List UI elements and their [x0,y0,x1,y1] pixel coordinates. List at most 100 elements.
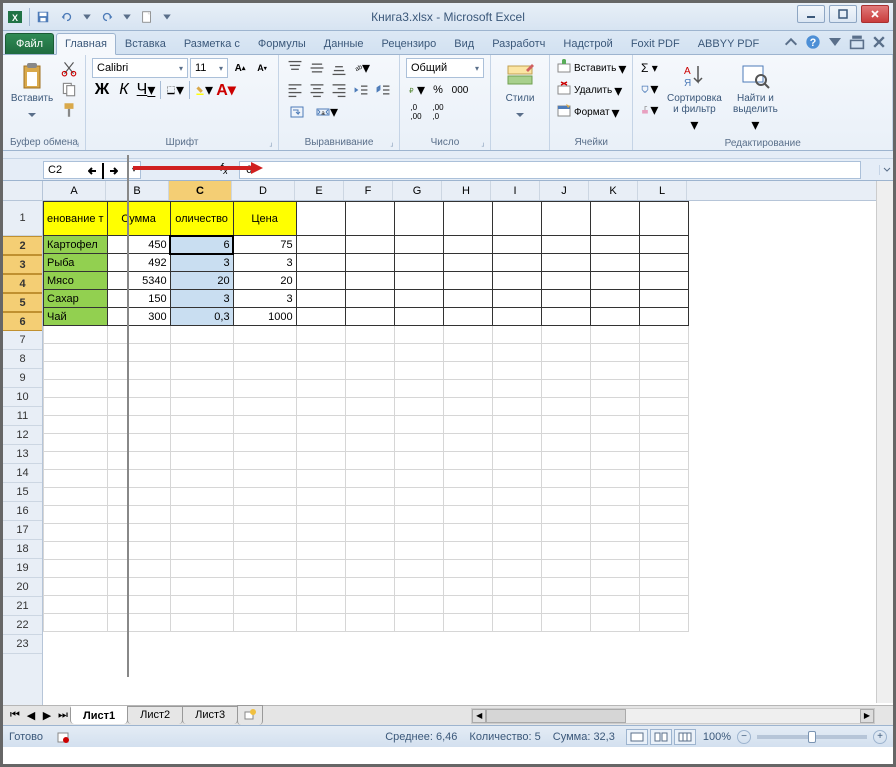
ribbon-tab[interactable]: Рецензиро [373,33,446,54]
cell[interactable] [170,380,233,398]
new-doc-icon[interactable] [138,8,156,26]
underline-button[interactable]: Ч▾ [136,80,156,100]
merge-icon[interactable]: a▾ [311,102,343,122]
cell[interactable] [492,236,541,254]
cell[interactable] [170,470,233,488]
cell[interactable] [394,254,443,272]
cell[interactable] [590,614,639,632]
cell[interactable] [443,560,492,578]
ribbon-tab[interactable]: Главная [56,33,116,55]
sheet-tab[interactable]: Лист3 [182,706,238,724]
cell[interactable] [492,416,541,434]
cell[interactable] [443,254,492,272]
view-normal-icon[interactable] [626,729,648,745]
cell[interactable] [639,560,688,578]
cell[interactable]: Сумма [107,202,170,236]
cell[interactable] [590,470,639,488]
cell[interactable] [345,380,394,398]
cell[interactable] [394,416,443,434]
column-header[interactable]: C [169,181,232,200]
row-header[interactable]: 9 [3,369,42,388]
sheet-tab[interactable]: Лист2 [127,706,183,724]
cell[interactable] [443,524,492,542]
cell[interactable]: 3 [170,290,233,308]
cell[interactable]: 300 [107,308,170,326]
cell[interactable] [394,202,443,236]
cell[interactable] [296,614,345,632]
cell[interactable] [541,560,590,578]
cell[interactable] [296,290,345,308]
align-top-icon[interactable] [285,58,305,78]
cell[interactable] [233,380,296,398]
cell[interactable] [639,272,688,290]
cell[interactable] [233,614,296,632]
cell[interactable] [590,542,639,560]
cell[interactable] [107,452,170,470]
row-header[interactable]: 1 [3,201,42,236]
cell[interactable] [590,560,639,578]
cell[interactable] [492,254,541,272]
cell[interactable]: 150 [107,290,170,308]
add-sheet-button[interactable] [237,705,263,725]
cell[interactable] [107,362,170,380]
cell[interactable] [296,380,345,398]
horizontal-scrollbar[interactable]: ◀ ▶ [271,708,875,724]
minimize-button[interactable] [797,5,825,23]
cell[interactable] [44,416,108,434]
zoom-in-button[interactable]: + [873,730,887,744]
cell[interactable] [345,344,394,362]
cell[interactable] [541,290,590,308]
cell[interactable] [345,506,394,524]
cell[interactable] [296,362,345,380]
cell[interactable] [394,326,443,344]
cell[interactable] [443,614,492,632]
cell[interactable] [639,326,688,344]
cell[interactable] [44,560,108,578]
cell[interactable] [233,524,296,542]
cell[interactable] [394,506,443,524]
cell[interactable] [345,202,394,236]
cell[interactable] [492,596,541,614]
scroll-thumb[interactable] [486,709,626,723]
sheet-first-icon[interactable]: ⏮ [7,708,23,724]
cell[interactable] [394,236,443,254]
ribbon-tab[interactable]: Данные [315,33,373,54]
cell[interactable] [296,344,345,362]
cell[interactable] [590,254,639,272]
cell[interactable]: Мясо [44,272,108,290]
cell[interactable] [492,614,541,632]
cell[interactable] [345,272,394,290]
cell[interactable] [443,308,492,326]
cell[interactable] [233,416,296,434]
cell[interactable] [541,524,590,542]
cell[interactable]: 492 [107,254,170,272]
sort-filter-button[interactable]: АЯ Сортировка и фильтр▾ [663,58,725,137]
comma-icon[interactable]: 000 [450,80,470,100]
cell[interactable] [44,362,108,380]
sheet-tab[interactable]: Лист1 [70,706,128,724]
cell[interactable] [107,416,170,434]
ribbon-tab[interactable]: Вставка [116,33,175,54]
cell[interactable] [107,578,170,596]
cell[interactable] [541,254,590,272]
cell[interactable] [541,202,590,236]
cell[interactable] [443,542,492,560]
row-header[interactable]: 14 [3,464,42,483]
cell[interactable] [170,542,233,560]
cell[interactable] [590,272,639,290]
cell[interactable] [170,506,233,524]
row-header[interactable]: 12 [3,426,42,445]
increase-decimal-icon[interactable]: ,0,00 [406,102,426,122]
cell[interactable] [590,416,639,434]
cell[interactable] [233,542,296,560]
row-header[interactable]: 7 [3,331,42,350]
cell[interactable]: енование т [44,202,108,236]
column-header[interactable]: H [442,181,491,200]
cell[interactable] [345,290,394,308]
align-bottom-icon[interactable] [329,58,349,78]
row-header[interactable]: 21 [3,597,42,616]
cell[interactable] [345,524,394,542]
cell[interactable] [44,398,108,416]
grow-font-icon[interactable]: A▴ [230,58,250,78]
cell[interactable] [296,452,345,470]
